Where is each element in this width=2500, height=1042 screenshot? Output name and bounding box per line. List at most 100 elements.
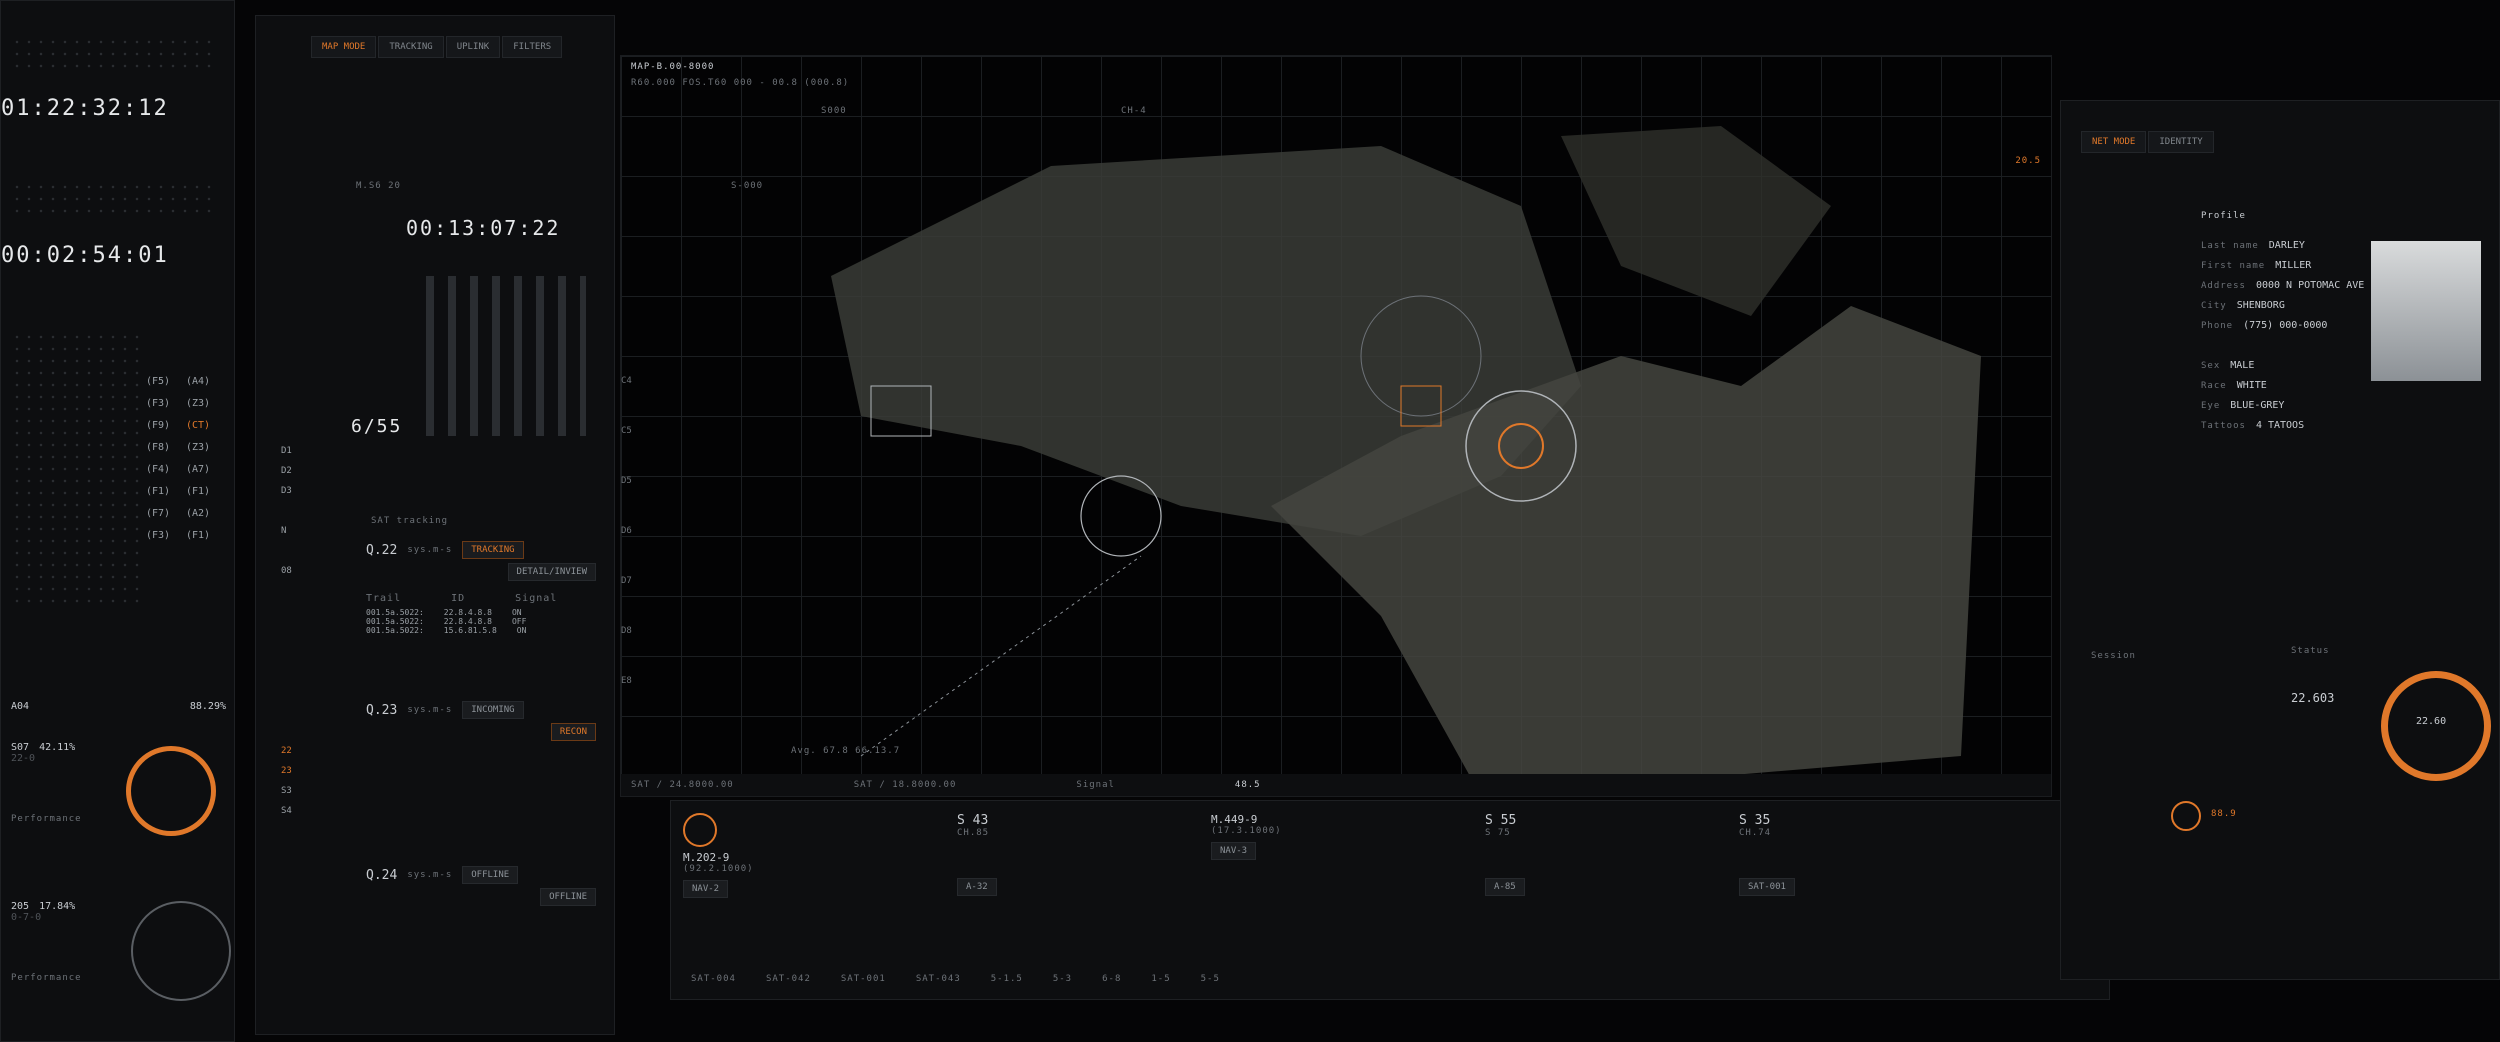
f-code: (F1) bbox=[186, 486, 211, 497]
offline-sub-button[interactable]: OFFLINE bbox=[540, 888, 596, 906]
cell-code[interactable]: A-32 bbox=[957, 878, 997, 896]
f-code: (Z3) bbox=[186, 442, 211, 453]
row-letter: D6 bbox=[621, 526, 632, 536]
left-status-panel: 01:22:32:12 00:02:54:01 (F5) (F3) (F9) (… bbox=[0, 0, 235, 1042]
row-letter: C4 bbox=[621, 376, 632, 386]
field-key: Tattoos bbox=[2201, 421, 2246, 431]
cell-sub: (92.2.1000) bbox=[683, 864, 754, 874]
cell-sub: (17.3.1000) bbox=[1211, 826, 1282, 836]
tab-uplink[interactable]: UPLINK bbox=[445, 36, 501, 58]
tab-map-mode[interactable]: MAP MODE bbox=[311, 36, 377, 58]
cell-code[interactable]: SAT-001 bbox=[1739, 878, 1795, 896]
field-value: (775) 000-0000 bbox=[2243, 320, 2328, 331]
row-letter: C5 bbox=[621, 426, 632, 436]
map-tag: S-000 bbox=[731, 181, 764, 191]
recon-button[interactable]: RECON bbox=[550, 723, 596, 741]
id-value: 22.8.4.8.8 bbox=[443, 617, 492, 626]
tracking-button[interactable]: TRACKING bbox=[462, 541, 524, 559]
f-code: (F1) bbox=[186, 530, 211, 541]
bottom-telemetry-strip: M.202-9 (92.2.1000) NAV-2 S 43 CH.85 A-3… bbox=[670, 800, 2110, 1000]
tab-tracking[interactable]: TRACKING bbox=[378, 36, 444, 58]
sat-label: SAT-004 bbox=[691, 974, 736, 984]
f-code: (F3) bbox=[146, 398, 171, 409]
side-tag[interactable]: S4 bbox=[281, 801, 292, 821]
cell-sub: CH.74 bbox=[1739, 828, 1772, 838]
s05-label: 205 bbox=[11, 901, 30, 912]
col-id: ID bbox=[451, 593, 466, 604]
cell-title: S 55 bbox=[1485, 813, 1517, 828]
cell-code[interactable]: NAV-3 bbox=[1211, 842, 1257, 860]
telemetry-cell[interactable]: M.449-9 (17.3.1000) NAV-3 bbox=[1211, 813, 1471, 898]
signal-value: ON bbox=[511, 608, 522, 617]
offline-button[interactable]: OFFLINE bbox=[462, 866, 519, 884]
map-header: MAP-B.00-8000 bbox=[631, 62, 715, 72]
profile-title: Profile bbox=[2201, 211, 2246, 221]
f-code: (F4) bbox=[146, 464, 171, 475]
telemetry-cell[interactable]: S 55 S 75 A-85 bbox=[1485, 813, 1725, 898]
side-tag[interactable]: 22 bbox=[281, 741, 292, 761]
track-block-q23: Q.23 sys.m-s INCOMING RECON bbox=[366, 701, 596, 741]
detail-inview-button[interactable]: DETAIL/INVIEW bbox=[507, 563, 596, 581]
tab-filters[interactable]: FILTERS bbox=[502, 36, 563, 58]
map-terrain bbox=[831, 126, 1981, 796]
side-tag[interactable]: D1 bbox=[281, 441, 292, 461]
s07-sub: 22-0 bbox=[11, 753, 36, 764]
side-tag[interactable]: S3 bbox=[281, 781, 292, 801]
a04-percent: 88.29% bbox=[189, 701, 226, 712]
cell-sub: CH.85 bbox=[957, 828, 990, 838]
dial-value: 22.60 bbox=[2416, 716, 2447, 727]
field-key: Last name bbox=[2201, 241, 2259, 251]
side-tag[interactable]: 08 bbox=[281, 561, 292, 581]
side-tag[interactable]: D2 bbox=[281, 461, 292, 481]
row-letter: D7 bbox=[621, 576, 632, 586]
cell-title: S 43 bbox=[957, 813, 989, 828]
performance-gauge-icon bbox=[126, 746, 216, 836]
cell-code[interactable]: A-85 bbox=[1485, 878, 1525, 896]
gauge-value: 88.9 bbox=[2211, 809, 2237, 819]
row-letter: D8 bbox=[621, 626, 632, 636]
s07-percent: 42.11% bbox=[39, 742, 76, 753]
radar-gauge-icon bbox=[131, 901, 231, 1001]
side-tag[interactable]: N bbox=[281, 521, 292, 541]
map-tag: CH-4 bbox=[1121, 106, 1147, 116]
track-id: Q.22 bbox=[366, 542, 398, 558]
field-value: MALE bbox=[2230, 360, 2255, 371]
field-value: DARLEY bbox=[2268, 240, 2305, 251]
field-key: Address bbox=[2201, 281, 2246, 291]
side-tag[interactable]: 23 bbox=[281, 761, 292, 781]
cell-code[interactable]: NAV-2 bbox=[683, 880, 729, 898]
telemetry-cell[interactable]: M.202-9 (92.2.1000) NAV-2 bbox=[683, 813, 943, 898]
gauge-icon bbox=[683, 813, 717, 847]
side-tag[interactable]: D3 bbox=[281, 481, 292, 501]
status-value: 22.603 bbox=[2291, 691, 2335, 705]
dot-field bbox=[11, 331, 141, 611]
f-code-alert: (CT) bbox=[186, 420, 211, 431]
count-readout: 6/55 bbox=[351, 416, 403, 437]
telemetry-cell[interactable]: S 35 CH.74 SAT-001 bbox=[1739, 813, 1979, 898]
f-code-col-right: (A4) (Z3) (CT) (Z3) (A7) (F1) (A2) (F1) bbox=[186, 371, 210, 547]
satellite-map[interactable]: MAP-B.00-8000 R60.000 FOS.T60 000 - 00.8… bbox=[620, 55, 2052, 797]
incoming-button[interactable]: INCOMING bbox=[462, 701, 524, 719]
track-block-q24: Q.24 sys.m-s OFFLINE OFFLINE bbox=[366, 866, 596, 906]
trail-value: 001.5a.5022: bbox=[366, 626, 424, 635]
signal-label: Signal bbox=[1076, 780, 1115, 790]
f-code-grid: (F5) (F3) (F9) (F8) (F4) (F1) (F7) (F3) … bbox=[11, 331, 216, 621]
telemetry-cell[interactable]: S 43 CH.85 A-32 bbox=[957, 813, 1197, 898]
field-value: WHITE bbox=[2236, 380, 2267, 391]
s05-block: 205 17.84% 0-7-0 Performance bbox=[11, 901, 231, 1001]
field-value: BLUE-GREY bbox=[2230, 400, 2285, 411]
f-code: (F1) bbox=[146, 486, 171, 497]
strip-value: 5-3 bbox=[1052, 974, 1073, 984]
cell-title: M.202-9 bbox=[683, 851, 730, 864]
tab-identity[interactable]: IDENTITY bbox=[2148, 131, 2214, 153]
ms-label: M.S6 20 bbox=[356, 181, 401, 191]
signal-value: OFF bbox=[511, 617, 527, 626]
portrait-photo bbox=[2371, 241, 2481, 381]
level-bars bbox=[426, 276, 586, 436]
f-code: (Z3) bbox=[186, 398, 211, 409]
tab-net-mode[interactable]: NET MODE bbox=[2081, 131, 2147, 153]
field-value: MILLER bbox=[2275, 260, 2312, 271]
small-gauge-icon bbox=[2171, 801, 2201, 831]
sat-label: SAT-043 bbox=[915, 974, 961, 984]
s05-percent: 17.84% bbox=[39, 901, 76, 912]
